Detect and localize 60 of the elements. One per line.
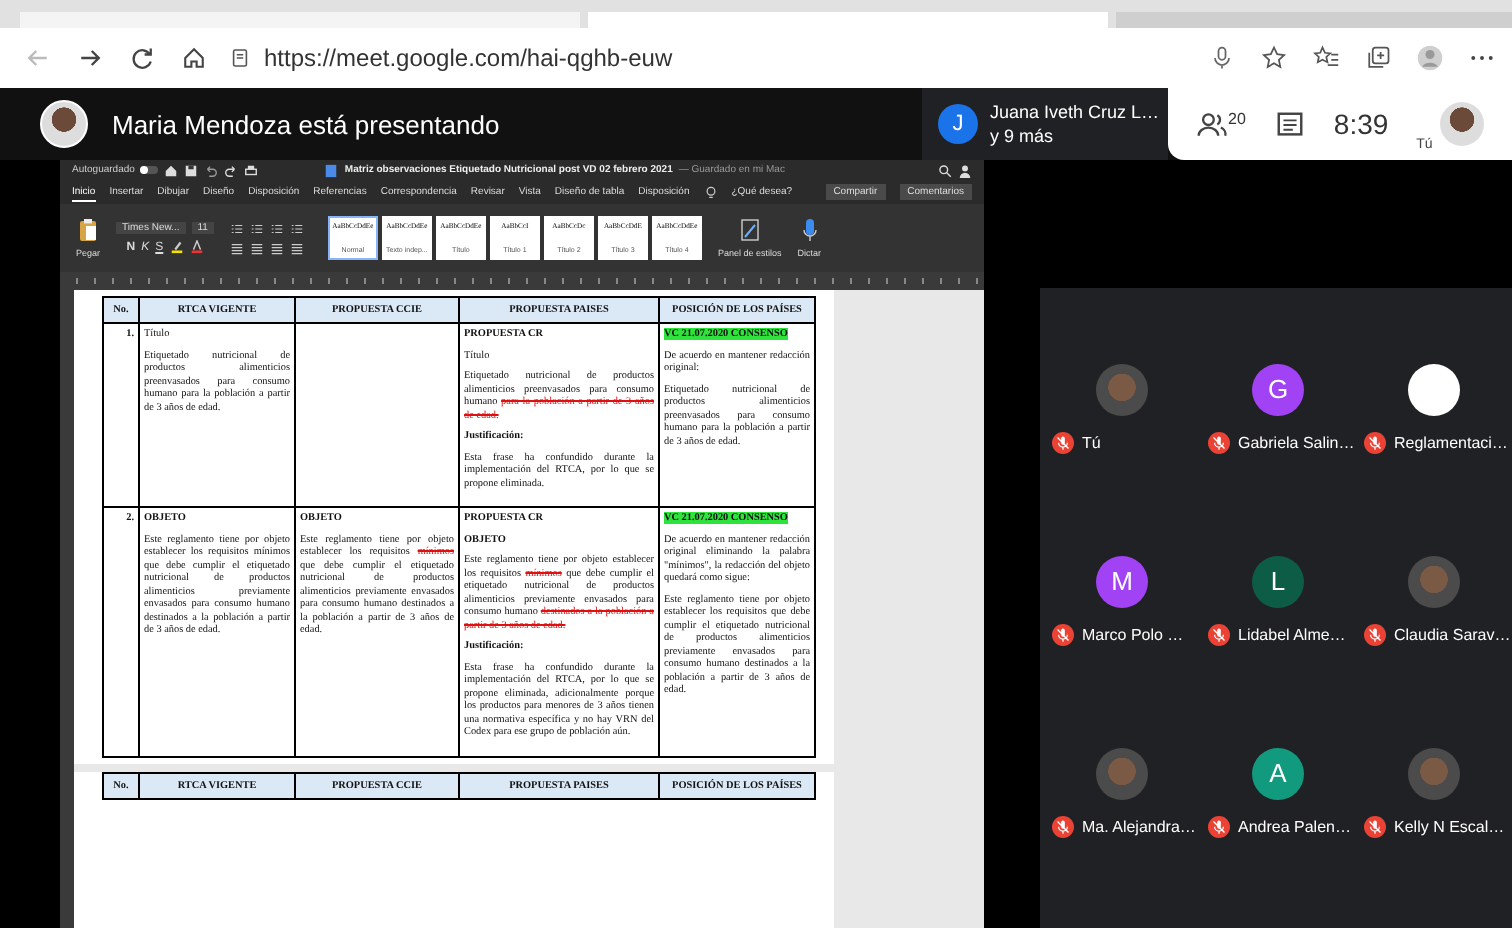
participant-name: Reglamentaci… — [1394, 433, 1508, 451]
save-icon[interactable] — [184, 163, 199, 177]
list-icon[interactable] — [249, 221, 264, 235]
collections-icon[interactable] — [1364, 44, 1392, 72]
highlight-icon[interactable] — [169, 240, 184, 254]
clipboard-icon[interactable] — [78, 218, 98, 242]
avatar-photo — [40, 100, 88, 148]
favorites-icon[interactable] — [1312, 44, 1340, 72]
avatar-photo — [1408, 555, 1460, 607]
document-icon — [324, 163, 339, 177]
avatar-circle: J — [938, 104, 978, 144]
add-favorite-icon[interactable] — [1260, 44, 1288, 72]
redo-icon[interactable] — [224, 163, 239, 177]
print-icon[interactable] — [244, 163, 259, 177]
avatar-circle: L — [1252, 555, 1304, 607]
avatar-photo — [1096, 747, 1148, 799]
microphone-icon[interactable] — [799, 218, 820, 242]
participant-name: Juana Iveth Cruz L… — [990, 100, 1160, 124]
people-icon[interactable] — [1196, 109, 1228, 139]
more-participants-label: y 9 más — [990, 124, 1056, 148]
participant-name: Tú — [1082, 433, 1101, 451]
page-icon — [232, 48, 248, 68]
align-icon[interactable] — [229, 241, 244, 255]
align-icon[interactable] — [289, 241, 304, 255]
list-icon[interactable] — [269, 221, 284, 235]
autosave-toggle[interactable] — [140, 166, 159, 174]
lightbulb-icon — [703, 185, 718, 199]
avatar-circle: G — [1252, 363, 1304, 415]
logo-avatar — [1408, 363, 1460, 415]
avatar-photo — [1440, 102, 1485, 146]
microphone-icon[interactable] — [1208, 44, 1236, 72]
participant-name: Lidabel Alme… — [1238, 625, 1346, 643]
chat-icon[interactable] — [1273, 109, 1306, 139]
home-icon[interactable] — [180, 44, 208, 72]
styles-pane-icon[interactable] — [739, 218, 760, 242]
url-field[interactable]: https://meet.google.com/hai-qghb-euw — [232, 36, 884, 80]
font-color-icon[interactable] — [189, 240, 204, 254]
avatar-circle: A — [1252, 747, 1304, 799]
avatar-circle: M — [1096, 555, 1148, 607]
participant-name: Gabriela Salin… — [1238, 433, 1355, 451]
participant-name: Andrea Palen… — [1238, 817, 1351, 835]
participant-name: Ma. Alejandra… — [1082, 817, 1196, 835]
undo-icon[interactable] — [204, 163, 219, 177]
avatar-photo — [1096, 363, 1148, 415]
list-icon[interactable] — [289, 221, 304, 235]
list-icon[interactable] — [229, 221, 244, 235]
participant-count: 20 — [1228, 109, 1246, 127]
forward-icon[interactable] — [76, 44, 104, 72]
reload-icon[interactable] — [128, 44, 156, 72]
participant-name: Claudia Sarav… — [1394, 625, 1511, 643]
profile-icon[interactable] — [1416, 44, 1444, 72]
participant-name: Kelly N Escal… — [1394, 817, 1505, 835]
participant-name: Marco Polo … — [1082, 625, 1184, 643]
presenter-label: Maria Mendoza está presentando — [112, 109, 500, 139]
search-icon[interactable] — [938, 163, 952, 177]
person-icon[interactable] — [958, 163, 972, 177]
clock-time: 8:39 — [1333, 108, 1389, 140]
avatar-photo — [1408, 747, 1460, 799]
align-icon[interactable] — [269, 241, 284, 255]
align-icon[interactable] — [249, 241, 264, 255]
